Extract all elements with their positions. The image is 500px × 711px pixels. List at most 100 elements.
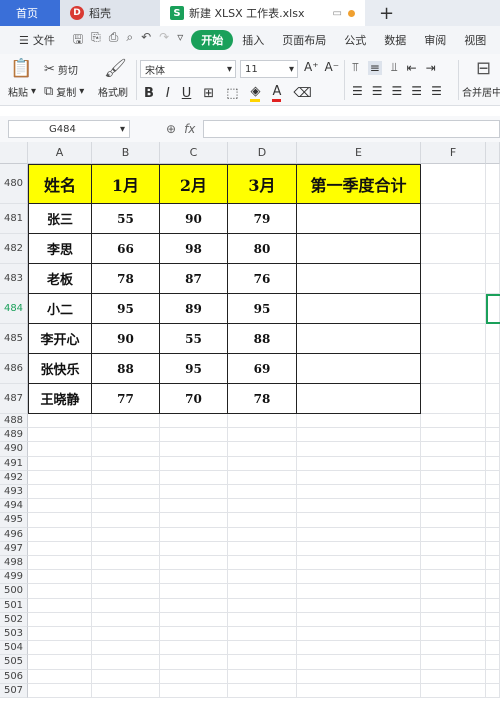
name-cell[interactable]: 李思 (28, 234, 92, 264)
grid-cell[interactable] (421, 354, 486, 384)
zoom-icon[interactable]: ⊕ (166, 122, 176, 136)
grid-cell[interactable] (228, 570, 297, 585)
grid-cell[interactable] (421, 556, 486, 571)
font-size-select[interactable]: 11 ▾ (240, 60, 298, 78)
grid-cell[interactable] (421, 570, 486, 585)
grid-cell[interactable] (160, 570, 228, 585)
name-cell[interactable]: 李开心 (28, 324, 92, 354)
file-menu[interactable]: ☰ 文件 (10, 32, 65, 48)
grid-cell[interactable] (228, 556, 297, 571)
grid-cell[interactable] (92, 428, 160, 443)
grid-cell[interactable] (228, 669, 297, 684)
table-header-cell[interactable]: 姓名 (28, 164, 92, 204)
value-cell[interactable]: 80 (228, 234, 297, 264)
grid-cell[interactable] (486, 485, 500, 500)
grid-cell[interactable] (421, 598, 486, 613)
font-color-icon[interactable]: A (272, 84, 282, 102)
export-icon[interactable]: ⎘ (91, 30, 101, 51)
grid-cell[interactable] (297, 485, 421, 500)
value-cell[interactable] (297, 234, 421, 264)
grid-cell[interactable] (92, 683, 160, 698)
grid-cell[interactable] (486, 556, 500, 571)
grid-cell[interactable] (228, 414, 297, 429)
tab-file[interactable]: S 新建 XLSX 工作表.xlsx ▭ (160, 0, 365, 26)
grid-cell[interactable] (486, 541, 500, 556)
value-cell[interactable]: 95 (228, 294, 297, 324)
eraser-icon[interactable]: ⌫ (293, 86, 311, 101)
grid-cell[interactable] (28, 513, 92, 528)
merge-icon-wrap[interactable]: ⊟ (476, 58, 491, 79)
grid-cell[interactable] (486, 354, 500, 384)
value-cell[interactable]: 98 (160, 234, 228, 264)
grid-cell[interactable] (92, 499, 160, 514)
grid-cell[interactable] (160, 414, 228, 429)
tab-home[interactable]: 首页 (0, 0, 60, 26)
menu-view[interactable]: 视图 (455, 32, 495, 48)
grid-cell[interactable] (421, 294, 486, 324)
grid-cell[interactable] (421, 669, 486, 684)
grid-cell[interactable] (28, 669, 92, 684)
row-header-482[interactable]: 482 (0, 234, 28, 264)
table-header-cell[interactable]: 3月 (228, 164, 297, 204)
grid-cell[interactable] (486, 204, 500, 234)
grid-cell[interactable] (421, 541, 486, 556)
grid-cell[interactable] (228, 612, 297, 627)
value-cell[interactable] (297, 264, 421, 294)
value-cell[interactable]: 78 (228, 384, 297, 414)
menu-home[interactable]: 开始 (191, 30, 234, 50)
select-all-corner[interactable] (0, 142, 28, 164)
grid-cell[interactable] (28, 485, 92, 500)
grid-cell[interactable] (228, 641, 297, 656)
column-header-a[interactable]: A (28, 142, 92, 164)
distribute-icon[interactable]: ☰ (431, 84, 442, 98)
grid-cell[interactable] (28, 556, 92, 571)
column-header-f[interactable]: F (421, 142, 486, 164)
more-icon[interactable]: ▿ (177, 30, 183, 51)
increase-font-icon[interactable]: A⁺ (304, 60, 319, 74)
grid-cell[interactable] (486, 641, 500, 656)
grid-cell[interactable] (228, 485, 297, 500)
row-header-496[interactable]: 496 (0, 527, 28, 542)
row-header-483[interactable]: 483 (0, 264, 28, 294)
grid-cell[interactable] (160, 655, 228, 670)
value-cell[interactable]: 77 (92, 384, 160, 414)
row-header-490[interactable]: 490 (0, 442, 28, 457)
grid-cell[interactable] (486, 470, 500, 485)
value-cell[interactable]: 66 (92, 234, 160, 264)
row-header-505[interactable]: 505 (0, 655, 28, 670)
grid-cell[interactable] (486, 612, 500, 627)
grid-cell[interactable] (486, 414, 500, 429)
grid-cell[interactable] (421, 584, 486, 599)
grid-cell[interactable] (28, 499, 92, 514)
justify-icon[interactable]: ☰ (411, 84, 422, 98)
grid-cell[interactable] (28, 456, 92, 471)
grid-cell[interactable] (297, 655, 421, 670)
value-cell[interactable]: 89 (160, 294, 228, 324)
grid-cell[interactable] (92, 584, 160, 599)
grid-cell[interactable] (297, 414, 421, 429)
column-header-e[interactable]: E (297, 142, 421, 164)
grid-cell[interactable] (421, 612, 486, 627)
grid-cell[interactable] (228, 499, 297, 514)
grid-cell[interactable] (160, 541, 228, 556)
grid-cell[interactable] (421, 470, 486, 485)
row-header-501[interactable]: 501 (0, 598, 28, 613)
value-cell[interactable] (297, 354, 421, 384)
grid-cell[interactable] (486, 570, 500, 585)
format-painter-icon-wrap[interactable]: 🖌 (104, 58, 127, 79)
value-cell[interactable]: 55 (160, 324, 228, 354)
grid-cell[interactable] (421, 641, 486, 656)
grid-cell[interactable] (486, 669, 500, 684)
grid-cell[interactable] (92, 556, 160, 571)
grid-cell[interactable] (421, 655, 486, 670)
font-select[interactable]: 宋体 ▾ (140, 60, 236, 78)
value-cell[interactable] (297, 384, 421, 414)
grid-cell[interactable] (297, 442, 421, 457)
row-header-506[interactable]: 506 (0, 669, 28, 684)
grid-cell[interactable] (92, 485, 160, 500)
grid-cell[interactable] (92, 612, 160, 627)
table-header-cell[interactable]: 2月 (160, 164, 228, 204)
print-icon[interactable]: ⎙ (109, 30, 119, 51)
grid-cell[interactable] (28, 570, 92, 585)
bold-icon[interactable]: B (144, 86, 154, 101)
